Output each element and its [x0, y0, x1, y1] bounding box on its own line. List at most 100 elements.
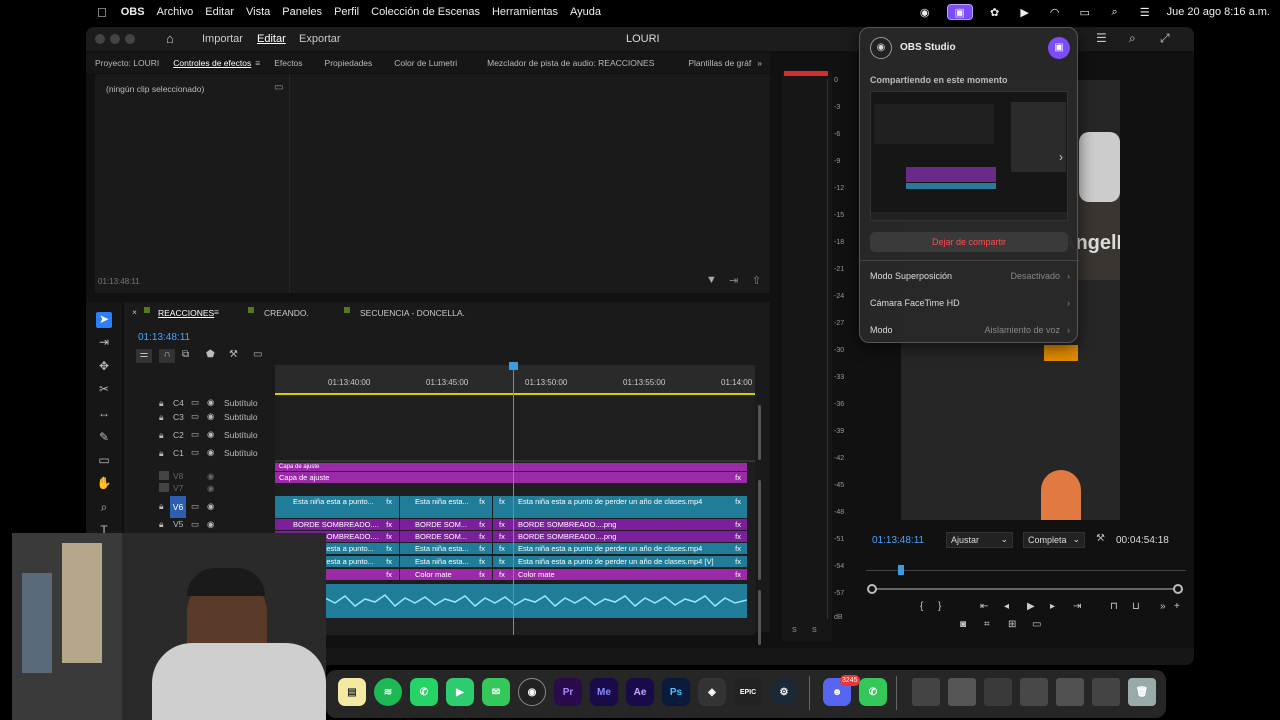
playhead-handle[interactable]	[509, 362, 518, 370]
davinci-resolve-app-icon[interactable]: ◈	[698, 678, 726, 706]
menu-paneles[interactable]: Paneles	[282, 6, 322, 18]
menu-vista[interactable]: Vista	[246, 6, 270, 18]
clip-v6-a[interactable]: Esta niña esta a punto... fx	[275, 496, 399, 518]
selection-tool-icon[interactable]: ➤	[96, 312, 112, 328]
tab-mezclador[interactable]: Mezclador de pista de audio: REACCIONES	[487, 58, 654, 68]
panel-toggle-icon[interactable]: ▭	[274, 82, 283, 93]
filter-icon[interactable]: ▼	[706, 274, 717, 286]
more-tabs-icon[interactable]: »	[757, 58, 762, 68]
mic-mode-row[interactable]: Modo Aislamiento de voz ›	[870, 325, 1070, 335]
share-icon[interactable]: ⇧	[752, 274, 761, 287]
recent-window-icon[interactable]	[912, 678, 940, 706]
extract-icon[interactable]: ⊔	[1132, 601, 1140, 612]
tab-propiedades[interactable]: Propiedades	[325, 58, 373, 68]
zoom-window-button[interactable]	[125, 34, 135, 44]
clip-v5-a[interactable]: BORDE SOMBREADO.... fx	[275, 519, 399, 530]
clip-v4-fx[interactable]: fx	[493, 531, 513, 542]
sync-lock-icon[interactable]: ▭	[191, 501, 199, 512]
clip-v2-c[interactable]: Esta niña esta a punto de perder un año …	[514, 556, 747, 567]
clip-v1-fx[interactable]: fx	[493, 569, 513, 580]
seq-tab-doncella[interactable]: SECUENCIA - DONCELLA.	[360, 308, 465, 318]
close-window-button[interactable]	[95, 34, 105, 44]
go-to-in-icon[interactable]: ⇤	[980, 601, 988, 612]
tab-lumetri[interactable]: Color de Lumetri	[394, 58, 457, 68]
go-to-out-icon[interactable]: ⇥	[1073, 601, 1081, 612]
spotify-app-icon[interactable]: ≋	[374, 678, 402, 706]
clip-capa-ajuste[interactable]: Capa de ajuste fx	[275, 472, 747, 483]
menu-editar[interactable]: Editar	[205, 6, 234, 18]
trash-icon[interactable]: 🗑︎	[1128, 678, 1156, 706]
search-icon[interactable]: ⌕	[1107, 6, 1123, 18]
screen-share-icon[interactable]: ▣	[946, 4, 973, 20]
battery-icon[interactable]: ▭	[1077, 6, 1093, 19]
eye-icon[interactable]: ◉	[207, 519, 214, 530]
obs-app-icon[interactable]: ◉	[518, 678, 546, 706]
clip-v2-fx[interactable]: fx	[493, 556, 513, 567]
mark-out-icon[interactable]: }	[938, 601, 941, 612]
nest-icon[interactable]: ⚌	[136, 349, 152, 363]
mark-in-icon[interactable]: {	[920, 601, 923, 612]
recent-window-icon[interactable]	[984, 678, 1012, 706]
steam-app-icon[interactable]: ⚙	[770, 678, 798, 706]
program-playhead[interactable]	[898, 565, 904, 575]
recent-window-icon[interactable]	[1056, 678, 1084, 706]
menu-ayuda[interactable]: Ayuda	[570, 6, 601, 18]
button-a-icon[interactable]: ⌗	[984, 619, 990, 630]
menu-herramientas[interactable]: Herramientas	[492, 6, 558, 18]
eye-icon[interactable]: ◉	[207, 447, 214, 458]
phone-app-icon[interactable]: ✆	[859, 678, 887, 706]
clip-v1-b[interactable]: Color mate fx	[400, 569, 492, 580]
meter-clip-indicator[interactable]	[784, 71, 828, 76]
caption-track-icon[interactable]: ▭	[191, 429, 199, 440]
clip-v6-b[interactable]: Esta niña esta... fx	[400, 496, 492, 518]
seq-menu-icon[interactable]: ≡	[214, 307, 219, 317]
program-ruler[interactable]	[866, 555, 1186, 575]
pen-tool-icon[interactable]: ✎	[96, 430, 112, 446]
caption-track-icon[interactable]: ▭	[191, 411, 199, 422]
sync-lock-icon[interactable]: ▭	[191, 519, 199, 530]
camera-row[interactable]: Cámara FaceTime HD ›	[870, 298, 1070, 308]
eye-icon[interactable]: ◉	[207, 483, 214, 494]
clip-capa-ajuste-top[interactable]: Capa de ajuste	[275, 463, 747, 471]
panel-menu-icon[interactable]: ≡	[255, 58, 260, 68]
workspace-icon[interactable]: ☰	[1096, 31, 1107, 45]
zoom-scrollbar[interactable]	[867, 584, 1183, 594]
screen-share-toggle-button[interactable]: ▣	[1048, 37, 1070, 59]
track-select-tool-icon[interactable]: ⇥	[96, 335, 112, 351]
clip-v4-c[interactable]: BORDE SOMBREADO....png fx	[514, 531, 747, 542]
linked-select-icon[interactable]: ⧉	[182, 349, 189, 360]
slip-tool-icon[interactable]: ↔	[96, 406, 112, 422]
wifi-icon[interactable]: ◠	[1047, 6, 1063, 19]
hand-tool-icon[interactable]: ✋	[96, 476, 112, 492]
step-back-icon[interactable]: ◂	[1004, 601, 1009, 612]
ripple-edit-tool-icon[interactable]: ✥	[96, 359, 112, 375]
clip-v4-b[interactable]: BORDE SOM... fx	[400, 531, 492, 542]
razor-tool-icon[interactable]: ✂	[96, 382, 112, 398]
fit-dropdown[interactable]: Ajustar ⌄	[946, 532, 1013, 548]
tab-controles-efectos[interactable]: Controles de efectos	[173, 58, 251, 68]
colorsync-icon[interactable]: ✿	[987, 6, 1003, 19]
zoom-tool-icon[interactable]: ⌕	[96, 500, 112, 516]
timeline-scrollbar[interactable]	[758, 395, 766, 645]
captions-icon[interactable]: ▭	[253, 349, 262, 360]
lift-icon[interactable]: ⊓	[1110, 601, 1118, 612]
program-timecode[interactable]: 01:13:48:11	[872, 535, 924, 546]
caption-track-icon[interactable]: ▭	[191, 397, 199, 408]
safe-margins-icon[interactable]: ⊞	[1008, 619, 1016, 630]
apple-menu-icon[interactable]: 	[97, 5, 107, 20]
photoshop-app-icon[interactable]: Ps	[662, 678, 690, 706]
step-forward-icon[interactable]: ▸	[1050, 601, 1055, 612]
clip-v3-b[interactable]: Esta niña esta... fx	[400, 543, 492, 554]
close-sequence-icon[interactable]: ×	[132, 307, 137, 317]
eye-icon[interactable]: ◉	[207, 429, 214, 440]
thumbnail-next-icon[interactable]: ›	[1059, 150, 1063, 164]
eye-icon[interactable]: ◉	[207, 501, 214, 512]
caption-track-icon[interactable]: ▭	[191, 447, 199, 458]
notes-app-icon[interactable]: ▤	[338, 678, 366, 706]
clip-v3-c[interactable]: Esta niña esta a punto de perder un año …	[514, 543, 747, 554]
export-frame-icon[interactable]: ⇥	[729, 274, 738, 287]
quality-dropdown[interactable]: Completa ⌄	[1023, 532, 1085, 548]
more-controls-icon[interactable]: »	[1160, 601, 1166, 612]
tab-exportar[interactable]: Exportar	[299, 33, 341, 45]
menu-archivo[interactable]: Archivo	[157, 6, 194, 18]
